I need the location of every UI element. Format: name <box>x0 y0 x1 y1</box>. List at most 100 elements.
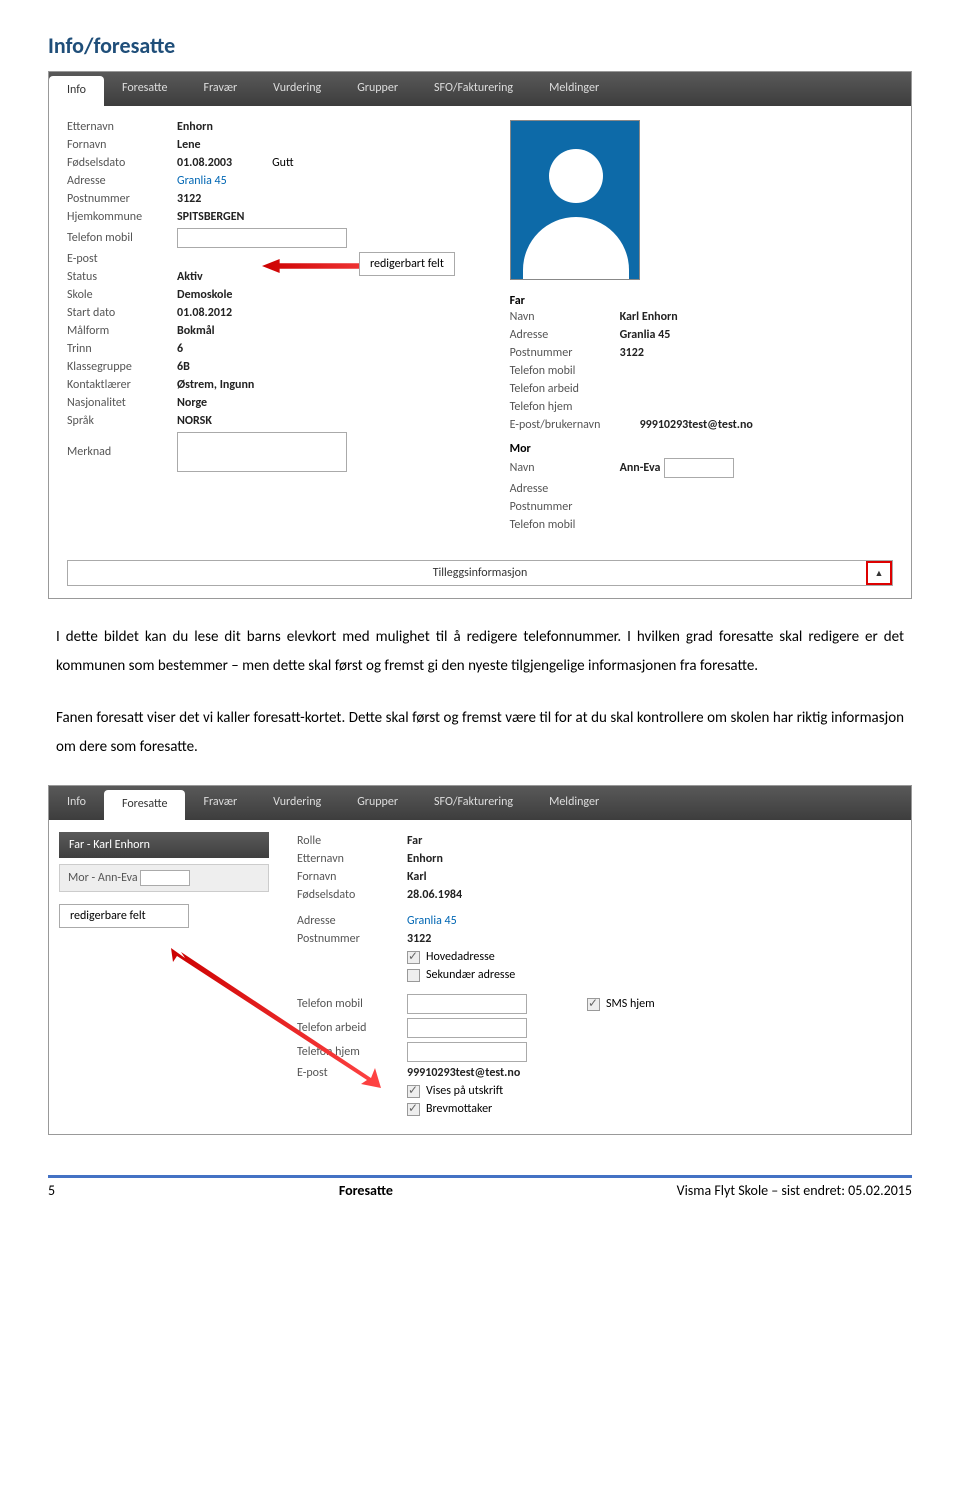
lbl-trinn: Trinn <box>67 342 177 356</box>
checkbox-vises[interactable] <box>407 1085 420 1098</box>
lbl-fornavn: Fornavn <box>67 138 177 152</box>
callout-redigerbare: redigerbare felt <box>59 904 189 928</box>
tab-strip: Info Foresatte Fravær Vurdering Grupper … <box>49 72 911 106</box>
val2-epost: 99910293test@test.no <box>407 1066 520 1080</box>
sidebar-far[interactable]: Far - Karl Enhorn <box>59 832 269 858</box>
lbl-kontakt: Kontaktlærer <box>67 378 177 392</box>
val-far-adr: Granlia 45 <box>620 328 671 342</box>
lbl-far-tlfhj: Telefon hjem <box>510 400 620 414</box>
tab-strip-2: Info Foresatte Fravær Vurdering Grupper … <box>49 786 911 820</box>
lbl2-post: Postnummer <box>297 932 407 946</box>
footer-center: Foresatte <box>339 1182 393 1199</box>
lbl-mor-adr: Adresse <box>510 482 620 496</box>
lbl-far-tlfmob: Telefon mobil <box>510 364 620 378</box>
tab2-fravaer[interactable]: Fravær <box>185 786 255 820</box>
checkbox-sms[interactable] <box>587 998 600 1011</box>
tab-info[interactable]: Info <box>49 76 104 106</box>
val2-rolle: Far <box>407 834 422 848</box>
tab2-info[interactable]: Info <box>49 786 104 820</box>
lbl-malform: Målform <box>67 324 177 338</box>
tab-foresatte[interactable]: Foresatte <box>104 72 185 106</box>
val-adresse[interactable]: Granlia 45 <box>177 174 227 188</box>
lbl-nasj: Nasjonalitet <box>67 396 177 410</box>
page-footer: 5 Foresatte Visma Flyt Skole – sist endr… <box>48 1175 912 1199</box>
tab2-vurdering[interactable]: Vurdering <box>255 786 339 820</box>
val-skole: Demoskole <box>177 288 232 302</box>
lbl-mor-tlfmob: Telefon mobil <box>510 518 620 532</box>
lbl2-etternavn: Etternavn <box>297 852 407 866</box>
mor-title: Mor <box>510 442 893 456</box>
lbl-sek: Sekundær adresse <box>426 968 515 982</box>
val2-post: 3122 <box>407 932 431 946</box>
input-tlfarb[interactable] <box>407 1018 527 1038</box>
far-title: Far <box>510 294 893 308</box>
lbl2-fornavn: Fornavn <box>297 870 407 884</box>
lbl-far-post: Postnummer <box>510 346 620 360</box>
footer-right: Visma Flyt Skole – sist endret: 05.02.20… <box>677 1182 912 1199</box>
val-kontakt: Østrem, Ingunn <box>177 378 254 392</box>
checkbox-hoved[interactable] <box>407 951 420 964</box>
lbl-far-navn: Navn <box>510 310 620 324</box>
val-etternavn: Enhorn <box>177 120 213 134</box>
input-tlfmob[interactable] <box>407 994 527 1014</box>
lbl-klasse: Klassegruppe <box>67 360 177 374</box>
tab-fravaer[interactable]: Fravær <box>185 72 255 106</box>
val-hjemkom: SPITSBERGEN <box>177 210 244 224</box>
val-fornavn: Lene <box>177 138 201 152</box>
lbl-hjemkom: Hjemkommune <box>67 210 177 224</box>
lbl-mor-post: Postnummer <box>510 500 620 514</box>
val-far-post: 3122 <box>620 346 644 360</box>
lbl-vises: Vises på utskrift <box>426 1084 503 1098</box>
lbl-merk: Merknad <box>67 445 177 459</box>
lbl-hoved: Hovedadresse <box>426 950 495 964</box>
tab-sfo[interactable]: SFO/Fakturering <box>416 72 531 106</box>
sidebar-mor-label: Mor - Ann-Eva <box>68 871 138 885</box>
lbl-etternavn: Etternavn <box>67 120 177 134</box>
val-klasse: 6B <box>177 360 190 374</box>
val2-adr[interactable]: Granlia 45 <box>407 914 457 928</box>
val-mor-navn: Ann-Eva <box>620 461 661 475</box>
val2-fdato: 28.06.1984 <box>407 888 462 902</box>
lbl2-rolle: Rolle <box>297 834 407 848</box>
lbl-sprak: Språk <box>67 414 177 428</box>
lbl-far-epost: E-post/brukernavn <box>510 418 640 432</box>
input-mor-side[interactable] <box>140 870 190 886</box>
lbl-start: Start dato <box>67 306 177 320</box>
tab2-meldinger[interactable]: Meldinger <box>531 786 617 820</box>
tab-meldinger[interactable]: Meldinger <box>531 72 617 106</box>
tab2-foresatte[interactable]: Foresatte <box>104 790 185 820</box>
arrow-icon-2 <box>171 948 381 1088</box>
checkbox-brev[interactable] <box>407 1103 420 1116</box>
tilleggsinfo-bar[interactable]: Tilleggsinformasjon ▲ <box>67 560 893 586</box>
val-sprak: NORSK <box>177 414 212 428</box>
tab2-sfo[interactable]: SFO/Fakturering <box>416 786 531 820</box>
val-postnr: 3122 <box>177 192 201 206</box>
val-trinn: 6 <box>177 342 183 356</box>
val-far-epost: 99910293test@test.no <box>640 418 753 432</box>
input-tlf[interactable] <box>177 228 347 248</box>
lbl-tlf: Telefon mobil <box>67 231 177 245</box>
tab2-grupper[interactable]: Grupper <box>339 786 416 820</box>
val-kjonn: Gutt <box>272 156 294 170</box>
lbl-far-tlfarb: Telefon arbeid <box>510 382 620 396</box>
input-tlfhj[interactable] <box>407 1042 527 1062</box>
lbl-brev: Brevmottaker <box>426 1102 492 1116</box>
checkbox-sek[interactable] <box>407 969 420 982</box>
sidebar-mor[interactable]: Mor - Ann-Eva <box>59 864 269 892</box>
tab-vurdering[interactable]: Vurdering <box>255 72 339 106</box>
input-merk[interactable] <box>177 432 347 472</box>
lbl-sms: SMS hjem <box>606 997 655 1011</box>
val2-fornavn: Karl <box>407 870 427 884</box>
footer-page: 5 <box>48 1182 55 1199</box>
lbl-fdato: Fødselsdato <box>67 156 177 170</box>
tab-grupper[interactable]: Grupper <box>339 72 416 106</box>
input-mor-navn[interactable] <box>664 458 734 478</box>
lbl-adresse: Adresse <box>67 174 177 188</box>
lbl2-fdato: Fødselsdato <box>297 888 407 902</box>
expand-icon[interactable]: ▲ <box>866 561 892 585</box>
lbl2-adr: Adresse <box>297 914 407 928</box>
val-status: Aktiv <box>177 270 203 284</box>
val-malform: Bokmål <box>177 324 215 338</box>
avatar <box>510 120 640 280</box>
lbl-postnr: Postnummer <box>67 192 177 206</box>
